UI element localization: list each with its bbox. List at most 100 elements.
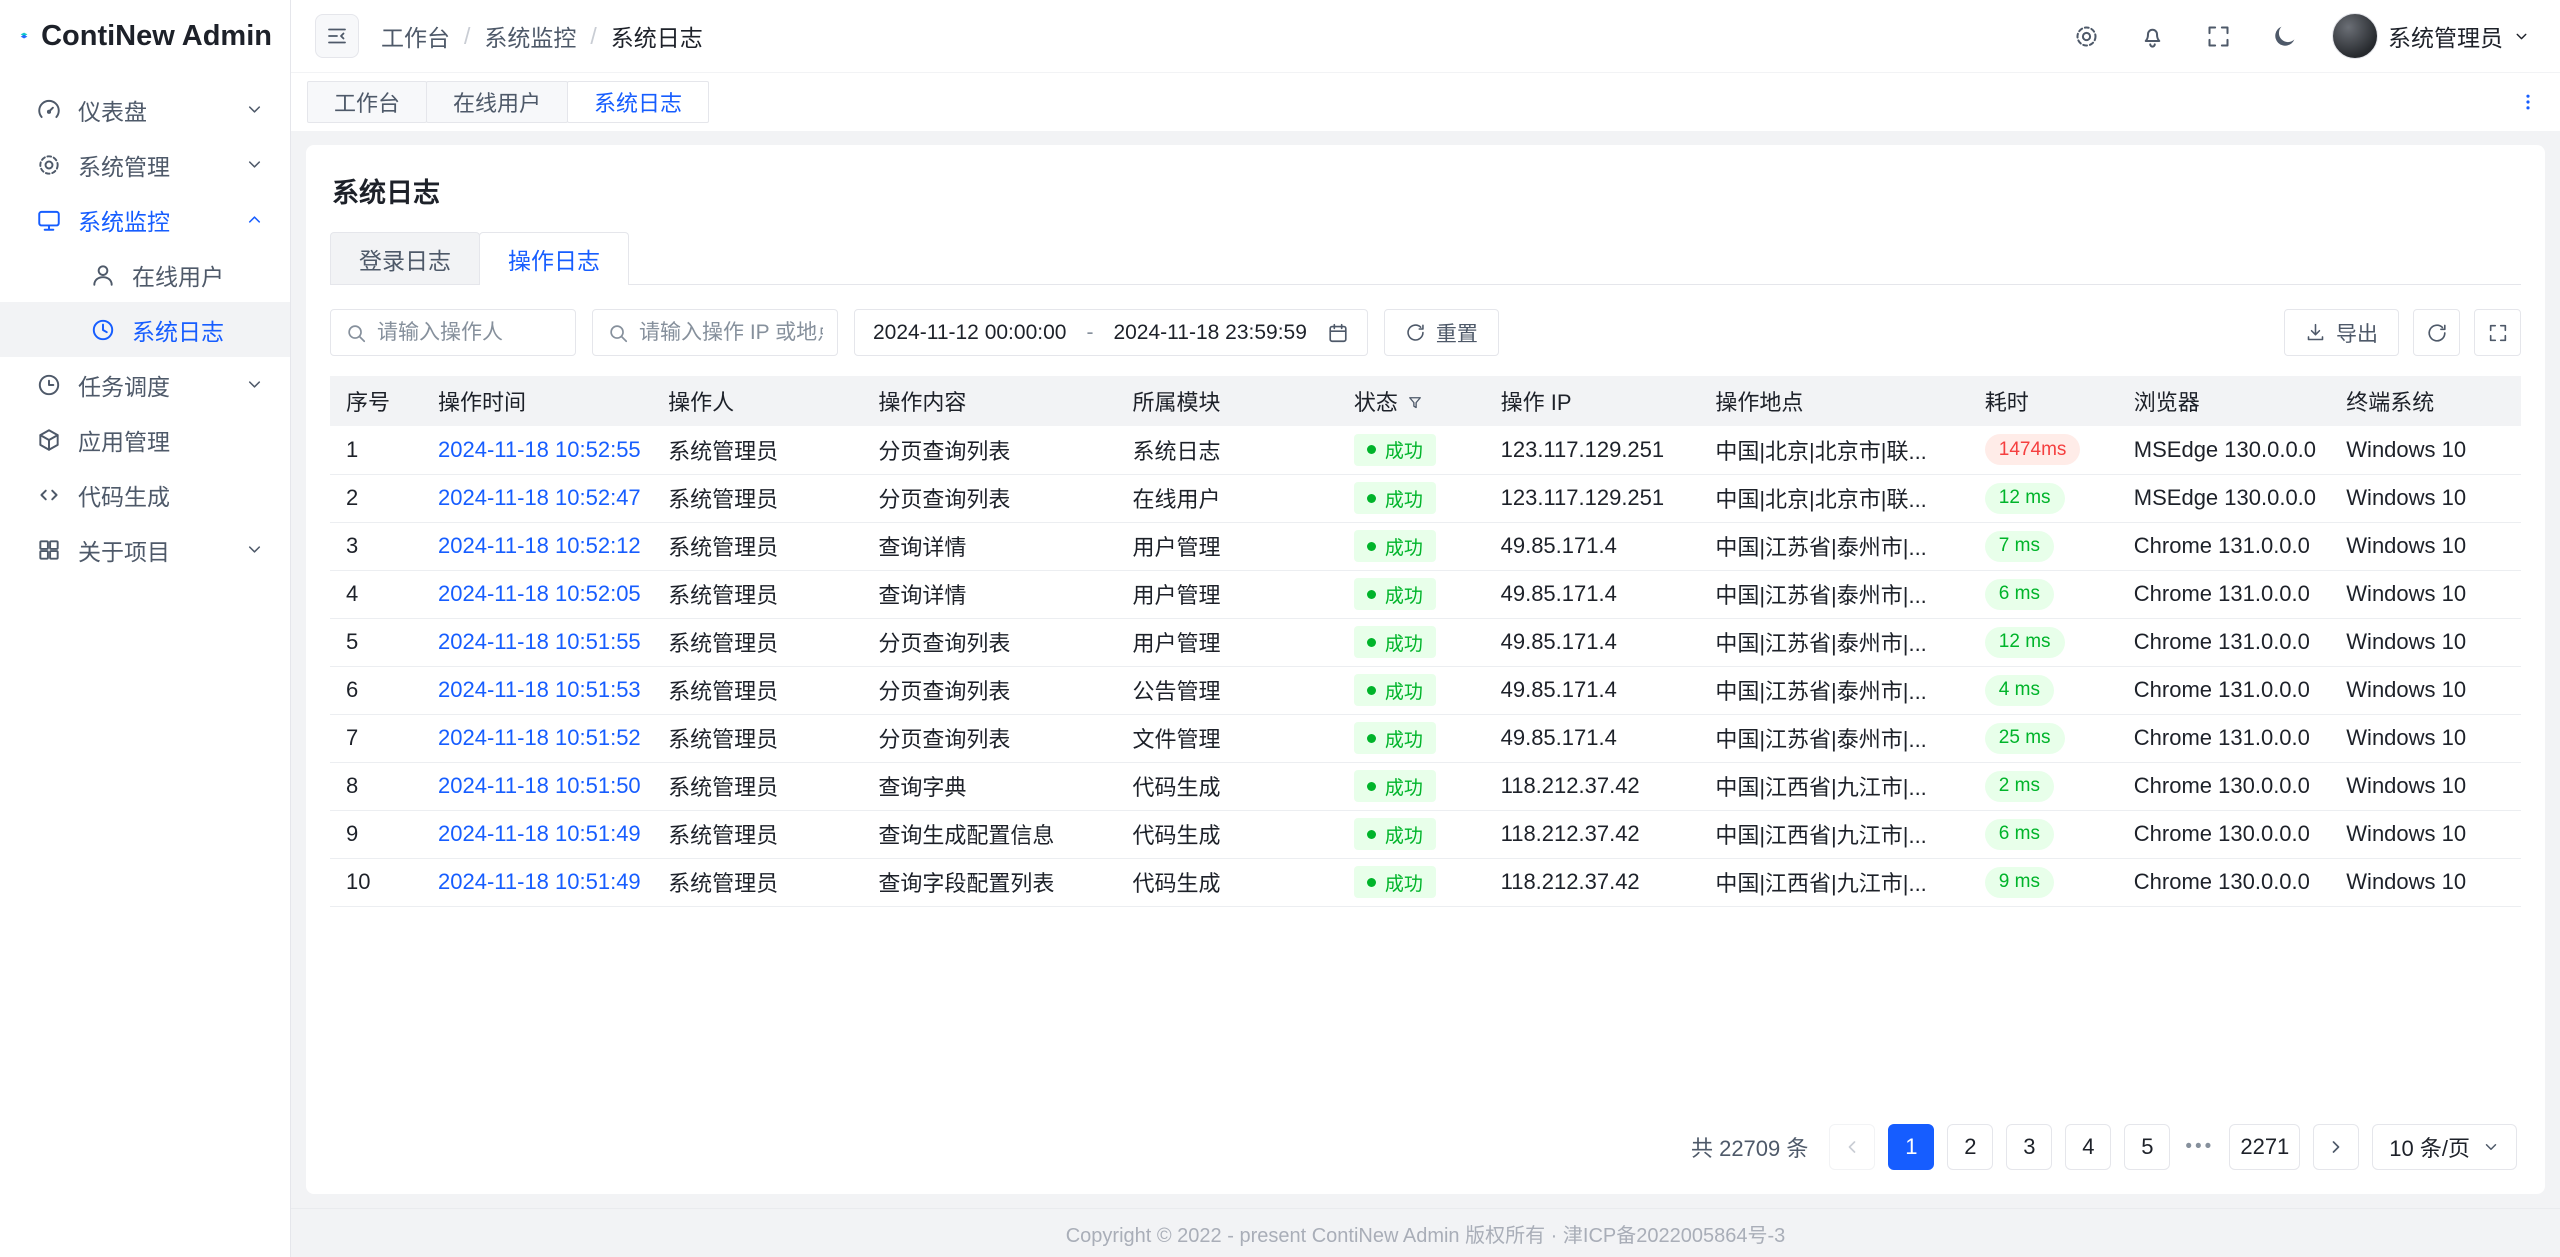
prev-page-button[interactable] [1829,1124,1875,1170]
sidebar: ContiNew Admin 仪表盘 系统管理 系统监控 在线用户 [0,0,291,1257]
cell-os: Windows 10 [2330,762,2521,810]
ip-search-input[interactable] [639,321,823,345]
cell-operator: 系统管理员 [652,474,862,522]
filter-icon[interactable] [1406,394,1424,412]
settings-button[interactable] [2068,18,2104,54]
more-vertical-icon[interactable] [2512,86,2544,118]
tab-online-users[interactable]: 在线用户 [426,81,568,123]
code-icon [36,482,62,508]
time-link[interactable]: 2024-11-18 10:51:50 [438,773,641,798]
sidebar-item-about-project[interactable]: 关于项目 [0,522,290,577]
time-link[interactable]: 2024-11-18 10:51:49 [438,821,641,846]
logo-icon [20,17,28,55]
sidebar-item-app-management[interactable]: 应用管理 [0,412,290,467]
time-link[interactable]: 2024-11-18 10:51:53 [438,677,641,702]
cell-time: 2024-11-18 10:52:12 [422,522,652,570]
cell-content: 查询字典 [862,762,1116,810]
time-link[interactable]: 2024-11-18 10:51:55 [438,629,641,654]
pagination: 共 22709 条 1 2 3 4 5 ••• 2271 10 条/页 [330,1098,2521,1172]
page-button[interactable]: 5 [2124,1124,2170,1170]
package-icon [36,427,62,453]
system-logs-card: 系统日志 登录日志 操作日志 2024-11-12 00:00: [306,145,2545,1194]
sidebar-menu: 仪表盘 系统管理 系统监控 在线用户 系统日志 [0,72,290,577]
time-link[interactable]: 2024-11-18 10:52:47 [438,485,641,510]
time-link[interactable]: 2024-11-18 10:52:12 [438,533,641,558]
cell-module: 代码生成 [1117,762,1338,810]
dark-mode-button[interactable] [2266,18,2302,54]
status-badge: 成功 [1354,866,1436,898]
page-button[interactable]: 1 [1888,1124,1934,1170]
expand-icon [2487,322,2509,344]
cell-content: 查询字段配置列表 [862,858,1116,906]
time-link[interactable]: 2024-11-18 10:51:52 [438,725,641,750]
page-button[interactable]: 3 [2006,1124,2052,1170]
export-button[interactable]: 导出 [2284,309,2399,356]
cell-time: 2024-11-18 10:52:05 [422,570,652,618]
cell-time: 2024-11-18 10:51:49 [422,858,652,906]
date-start-value[interactable]: 2024-11-12 00:00:00 [873,321,1066,345]
status-dot [1367,686,1376,695]
page-size-select[interactable]: 10 条/页 [2372,1124,2517,1170]
time-link[interactable]: 2024-11-18 10:51:49 [438,869,641,894]
cell-ip: 49.85.171.4 [1485,618,1700,666]
cell-time: 2024-11-18 10:51:49 [422,810,652,858]
fullscreen-button[interactable] [2200,18,2236,54]
sidebar-item-system-monitor[interactable]: 系统监控 [0,192,290,247]
col-cost: 耗时 [1969,376,2118,426]
status-dot [1367,638,1376,647]
page-title: 系统日志 [332,171,2521,210]
expand-table-button[interactable] [2474,309,2521,356]
tab-system-logs[interactable]: 系统日志 [567,81,709,123]
sidebar-item-code-generation[interactable]: 代码生成 [0,467,290,522]
notifications-button[interactable] [2134,18,2170,54]
cell-os: Windows 10 [2330,570,2521,618]
reset-button[interactable]: 重置 [1384,309,1499,356]
user-icon [90,262,116,288]
breadcrumb-item-current: 系统日志 [611,19,703,53]
sidebar-item-dashboard[interactable]: 仪表盘 [0,82,290,137]
tab-operation-logs[interactable]: 操作日志 [479,232,629,284]
time-link[interactable]: 2024-11-18 10:52:05 [438,581,641,606]
cell-content: 分页查询列表 [862,618,1116,666]
sidebar-item-label: 系统监控 [78,203,229,237]
cost-badge: 7 ms [1985,531,2054,562]
sidebar-collapse-button[interactable] [315,14,359,58]
breadcrumb-separator: / [590,23,596,50]
sidebar-item-label: 系统日志 [132,313,264,347]
cell-index: 2 [330,474,422,522]
chevron-down-icon [2482,1138,2500,1156]
status-text: 成功 [1385,773,1423,800]
status-text: 成功 [1385,436,1423,463]
time-link[interactable]: 2024-11-18 10:52:55 [438,437,641,462]
history-icon [90,317,116,343]
breadcrumb-item[interactable]: 系统监控 [484,19,576,53]
sidebar-item-task-scheduling[interactable]: 任务调度 [0,357,290,412]
sidebar-item-system-logs[interactable]: 系统日志 [0,302,290,357]
sidebar-item-online-users[interactable]: 在线用户 [0,247,290,302]
table-row: 7 2024-11-18 10:51:52 系统管理员 分页查询列表 文件管理 … [330,714,2521,762]
breadcrumb: 工作台 / 系统监控 / 系统日志 [381,19,703,53]
breadcrumb-item[interactable]: 工作台 [381,19,450,53]
content: 系统日志 登录日志 操作日志 2024-11-12 00:00: [291,131,2560,1208]
logo[interactable]: ContiNew Admin [0,0,290,72]
cell-operator: 系统管理员 [652,810,862,858]
next-page-button[interactable] [2313,1124,2359,1170]
page-button[interactable]: 4 [2065,1124,2111,1170]
tab-workbench[interactable]: 工作台 [307,81,427,123]
user-menu[interactable]: 系统管理员 [2332,13,2530,59]
tab-login-logs[interactable]: 登录日志 [330,232,480,284]
pagination-ellipsis[interactable]: ••• [2183,1136,2216,1158]
cell-module: 在线用户 [1117,474,1338,522]
sidebar-item-system-management[interactable]: 系统管理 [0,137,290,192]
date-end-value[interactable]: 2024-11-18 23:59:59 [1113,321,1306,345]
page-button[interactable]: 2 [1947,1124,1993,1170]
date-range-picker[interactable]: 2024-11-12 00:00:00 - 2024-11-18 23:59:5… [854,309,1368,356]
operator-search-input[interactable] [377,321,561,345]
cell-module: 代码生成 [1117,810,1338,858]
cell-index: 6 [330,666,422,714]
avatar [2332,13,2378,59]
last-page-button[interactable]: 2271 [2229,1124,2300,1170]
refresh-table-button[interactable] [2413,309,2460,356]
cost-badge: 12 ms [1985,483,2065,514]
chevron-left-icon [1842,1137,1862,1157]
